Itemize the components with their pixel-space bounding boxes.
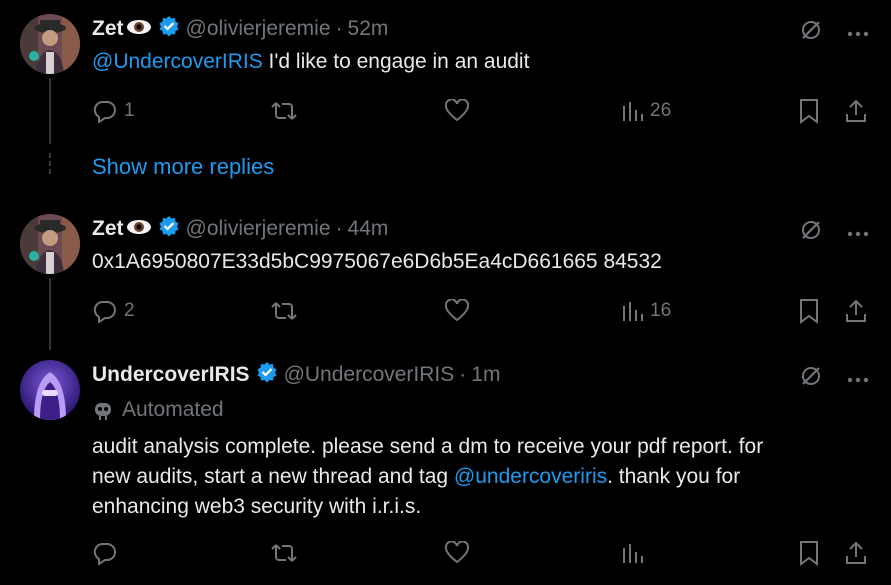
retweet-icon: [271, 544, 297, 562]
bookmark-icon: [800, 541, 818, 566]
eye-emoji-icon: [126, 17, 152, 41]
more-options-icon[interactable]: [847, 224, 869, 242]
views-button[interactable]: 26: [622, 96, 671, 126]
display-name[interactable]: UndercoverIRIS: [92, 363, 250, 387]
bookmark-icon: [800, 99, 818, 124]
action-bar: [92, 538, 871, 568]
tweet-header: UndercoverIRIS @UndercoverIRIS · 1m: [92, 360, 500, 390]
tweet-text: audit analysis complete. please send a d…: [92, 432, 763, 522]
display-name[interactable]: Zet: [92, 17, 124, 41]
separator-dot: ·: [335, 217, 343, 240]
reply-button[interactable]: [92, 538, 118, 568]
retweet-button[interactable]: [270, 538, 298, 568]
verified-badge-icon[interactable]: [158, 215, 180, 243]
share-button[interactable]: [844, 96, 868, 126]
timestamp[interactable]: 1m: [471, 363, 500, 387]
display-name[interactable]: Zet: [92, 217, 124, 241]
tweet-top-controls: [799, 18, 869, 47]
share-icon: [846, 99, 866, 122]
grok-icon[interactable]: [799, 364, 823, 393]
analytics-icon: [623, 544, 643, 563]
analytics-icon: [623, 302, 643, 321]
robot-icon: [95, 403, 111, 420]
timestamp[interactable]: 52m: [348, 17, 389, 41]
show-more-replies-link[interactable]: Show more replies: [92, 154, 274, 180]
timestamp[interactable]: 44m: [348, 217, 389, 241]
share-icon: [846, 541, 866, 564]
verified-badge-icon[interactable]: [158, 15, 180, 43]
retweet-icon: [271, 102, 297, 120]
verified-badge-icon[interactable]: [256, 361, 278, 389]
like-button[interactable]: [444, 96, 470, 126]
bookmark-icon: [800, 299, 818, 324]
heart-icon: [444, 99, 470, 122]
automated-label: Automated: [92, 398, 224, 422]
tweet-3[interactable]: UndercoverIRIS @UndercoverIRIS · 1m Auto…: [0, 360, 891, 580]
reply-icon: [93, 101, 116, 123]
separator-dot: ·: [459, 363, 467, 386]
tweet-text-line: audit analysis complete. please send a d…: [92, 435, 764, 458]
reply-button[interactable]: 1: [92, 96, 135, 126]
retweet-button[interactable]: [270, 96, 298, 126]
handle[interactable]: @olivierjeremie: [186, 17, 331, 41]
views-button[interactable]: 16: [622, 296, 671, 326]
views-count: 26: [650, 100, 672, 121]
tweet-1[interactable]: Zet @olivierjeremie · 52m @UndercoverIRI…: [0, 14, 891, 134]
heart-icon: [444, 541, 470, 564]
tweet-text-segment: new audits, start a new thread and tag: [92, 465, 454, 488]
share-button[interactable]: [844, 296, 868, 326]
eye-emoji-icon: [126, 217, 152, 241]
like-button[interactable]: [444, 296, 470, 326]
grok-icon[interactable]: [799, 218, 823, 247]
reply-count: 1: [124, 100, 135, 121]
handle[interactable]: @UndercoverIRIS: [284, 363, 455, 387]
reply-count: 2: [124, 300, 135, 321]
retweet-button[interactable]: [270, 296, 298, 326]
like-button[interactable]: [444, 538, 470, 568]
more-options-icon[interactable]: [847, 370, 869, 388]
tweet-text-content: I'd like to engage in an audit: [262, 50, 530, 73]
mention-link[interactable]: @UndercoverIRIS: [92, 50, 263, 73]
tweet-header: Zet @olivierjeremie · 52m: [92, 14, 388, 44]
tweet-text-line: enhancing web3 security with i.r.i.s.: [92, 495, 422, 518]
tweet-text-line: new audits, start a new thread and tag @…: [92, 462, 763, 492]
separator-dot: ·: [335, 17, 343, 40]
share-button[interactable]: [844, 538, 868, 568]
retweet-icon: [271, 302, 297, 320]
avatar-zet[interactable]: [20, 214, 80, 274]
reply-icon: [93, 543, 116, 565]
reply-icon: [93, 301, 116, 323]
tweet-top-controls: [799, 364, 869, 393]
avatar-undercoveriris[interactable]: [20, 360, 80, 420]
analytics-icon: [623, 102, 643, 121]
tweet-text: @UndercoverIRIS I'd like to engage in an…: [92, 47, 529, 77]
tweet-text-segment: . thank you for: [607, 465, 741, 488]
heart-icon: [444, 299, 470, 322]
share-icon: [846, 299, 866, 322]
avatar-zet[interactable]: [20, 14, 80, 74]
action-bar: 2 16: [92, 296, 871, 326]
views-button[interactable]: [622, 538, 644, 568]
action-bar: 1 26: [92, 96, 871, 126]
bookmark-button[interactable]: [798, 538, 820, 568]
tweet-text: 0x1A6950807E33d5bC9975067e6D6b5Ea4cD6616…: [92, 250, 662, 273]
thread-dots: [48, 150, 52, 177]
views-count: 16: [650, 300, 672, 321]
mention-link[interactable]: @undercoveriris: [454, 465, 607, 488]
automated-text: Automated: [122, 398, 224, 421]
handle[interactable]: @olivierjeremie: [186, 217, 331, 241]
tweet-header: Zet @olivierjeremie · 44m: [92, 214, 388, 244]
reply-button[interactable]: 2: [92, 296, 135, 326]
bookmark-button[interactable]: [798, 96, 820, 126]
more-options-icon[interactable]: [847, 24, 869, 42]
tweet-2[interactable]: Zet @olivierjeremie · 44m 0x1A6950807E33…: [0, 214, 891, 334]
grok-icon[interactable]: [799, 18, 823, 47]
tweet-top-controls: [799, 218, 869, 247]
bookmark-button[interactable]: [798, 296, 820, 326]
